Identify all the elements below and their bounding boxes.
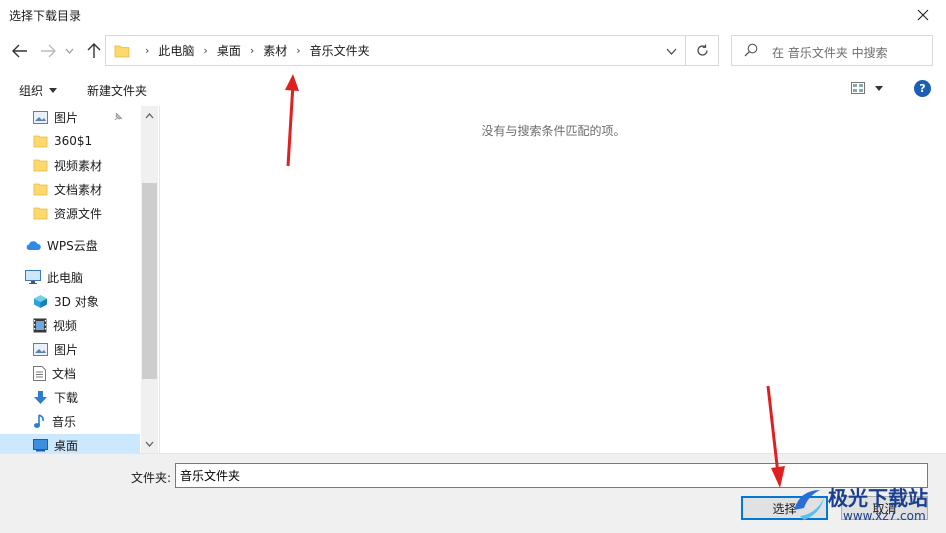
annotation-arrow-icon xyxy=(285,74,299,167)
breadcrumb-item-music-folder[interactable]: 音乐文件夹 xyxy=(310,42,370,59)
recent-locations-button[interactable] xyxy=(62,40,76,62)
help-button[interactable]: ? xyxy=(914,80,931,97)
sidebar-item-label: 视频素材 xyxy=(54,158,103,173)
sidebar-item-label: 图片 xyxy=(54,110,79,125)
sidebar-item-videos[interactable]: 视频 xyxy=(33,314,140,336)
folder-icon xyxy=(33,207,48,220)
sidebar-item-label: 图片 xyxy=(54,342,79,357)
sidebar-item-wps-cloud[interactable]: WPS云盘 xyxy=(25,234,140,256)
sidebar-item-label: 此电脑 xyxy=(47,270,84,285)
navigation-pane: 图片 360$1 视频素材 文档素材 资源文件 WPS云盘 此电脑 3D 对象 … xyxy=(0,106,140,453)
sidebar-item-label: 文档素材 xyxy=(54,182,103,197)
download-icon xyxy=(34,390,47,404)
close-icon xyxy=(917,9,929,21)
pictures-icon xyxy=(33,342,48,356)
close-button[interactable] xyxy=(900,0,946,30)
folder-icon xyxy=(33,183,48,196)
breadcrumb-separator[interactable]: › xyxy=(250,44,254,57)
scroll-down-button[interactable] xyxy=(144,438,155,449)
sidebar-item-label: 音乐 xyxy=(52,414,77,429)
search-placeholder: 在 音乐文件夹 中搜索 xyxy=(772,46,888,60)
chevron-down-icon xyxy=(145,441,154,447)
cloud-icon xyxy=(26,240,41,250)
sidebar-item-360[interactable]: 360$1 xyxy=(33,130,140,152)
refresh-button[interactable] xyxy=(686,35,719,66)
command-bar: 组织 新建文件夹 ? xyxy=(0,76,946,104)
sidebar-item-label: 资源文件 xyxy=(54,206,103,221)
sidebar-item-label: 3D 对象 xyxy=(54,294,99,309)
arrow-left-icon xyxy=(12,44,27,58)
organize-button[interactable]: 组织 xyxy=(19,82,58,99)
pin-icon xyxy=(114,112,123,121)
sidebar-item-desktop[interactable]: 桌面 xyxy=(0,434,140,453)
forward-button[interactable] xyxy=(37,40,59,62)
sidebar-item-label: 文档 xyxy=(52,366,77,381)
search-box[interactable]: 在 音乐文件夹 中搜索 xyxy=(731,35,933,66)
sidebar-item-label: WPS云盘 xyxy=(47,238,98,253)
window-title: 选择下载目录 xyxy=(9,9,82,23)
desktop-icon xyxy=(33,438,48,451)
sidebar-item-document-materials[interactable]: 文档素材 xyxy=(33,178,140,200)
breadcrumb-item-materials[interactable]: 素材 xyxy=(263,42,287,59)
sidebar-item-documents[interactable]: 文档 xyxy=(33,362,140,384)
document-icon xyxy=(33,365,46,381)
breadcrumb-separator[interactable]: › xyxy=(296,44,300,57)
new-folder-button[interactable]: 新建文件夹 xyxy=(87,82,147,99)
breadcrumb-separator: › xyxy=(145,44,150,57)
refresh-icon xyxy=(696,44,708,56)
watermark-logo-icon xyxy=(794,490,824,520)
caret-down-icon xyxy=(49,88,58,93)
breadcrumb-separator[interactable]: › xyxy=(203,44,207,57)
breadcrumb: › 此电脑 › 桌面 › 素材 › 音乐文件夹 xyxy=(114,36,370,65)
search-icon xyxy=(744,43,758,57)
arrow-up-icon xyxy=(87,43,101,58)
view-icon xyxy=(851,82,865,94)
sidebar-item-resource-files[interactable]: 资源文件 xyxy=(33,202,140,224)
address-bar[interactable]: › 此电脑 › 桌面 › 素材 › 音乐文件夹 xyxy=(105,35,686,66)
computer-icon xyxy=(25,270,41,284)
sidebar-item-label: 360$1 xyxy=(54,134,93,148)
watermark-url: www.xz7.com xyxy=(843,509,926,523)
chevron-up-icon xyxy=(145,112,154,118)
arrow-right-icon xyxy=(41,44,56,58)
watermark-brand: 极光下载站 xyxy=(828,486,928,510)
sidebar-item-video-materials[interactable]: 视频素材 xyxy=(33,154,140,176)
annotation-arrow-icon xyxy=(766,385,785,488)
folder-icon xyxy=(33,135,48,148)
folder-label: 文件夹: xyxy=(131,471,172,485)
scroll-thumb[interactable] xyxy=(142,183,157,379)
sidebar-item-pictures[interactable]: 图片 xyxy=(33,338,140,360)
folder-icon xyxy=(33,159,48,172)
sidebar-item-downloads[interactable]: 下载 xyxy=(33,386,140,408)
sidebar-item-label: 下载 xyxy=(54,390,79,405)
caret-down-icon xyxy=(875,85,883,91)
organize-label: 组织 xyxy=(19,84,44,98)
chevron-down-icon xyxy=(666,48,677,55)
sidebar-item-label: 视频 xyxy=(53,318,78,333)
3d-objects-icon xyxy=(34,294,47,308)
video-icon xyxy=(33,318,47,332)
address-dropdown-button[interactable] xyxy=(666,44,677,58)
pictures-icon xyxy=(33,110,48,124)
scroll-up-button[interactable] xyxy=(144,110,155,121)
sidebar-item-music[interactable]: 音乐 xyxy=(33,410,140,432)
sidebar-item-this-pc[interactable]: 此电脑 xyxy=(25,266,140,288)
up-button[interactable] xyxy=(83,40,105,62)
folder-icon xyxy=(114,45,130,57)
back-button[interactable] xyxy=(9,40,31,62)
title-bar: 选择下载目录 xyxy=(0,0,946,30)
sidebar-item-3d-objects[interactable]: 3D 对象 xyxy=(33,290,140,312)
watermark: 极光下载站 www.xz7.com xyxy=(788,478,946,533)
sidebar-item-label: 桌面 xyxy=(54,438,79,453)
breadcrumb-item-this-pc[interactable]: 此电脑 xyxy=(158,42,194,59)
sidebar-item-pictures-pinned[interactable]: 图片 xyxy=(33,106,140,128)
music-icon xyxy=(34,413,44,428)
sidebar-scrollbar[interactable] xyxy=(141,106,158,453)
breadcrumb-item-desktop[interactable]: 桌面 xyxy=(217,42,241,59)
chevron-down-icon xyxy=(65,48,73,54)
view-options-button[interactable] xyxy=(851,82,883,94)
